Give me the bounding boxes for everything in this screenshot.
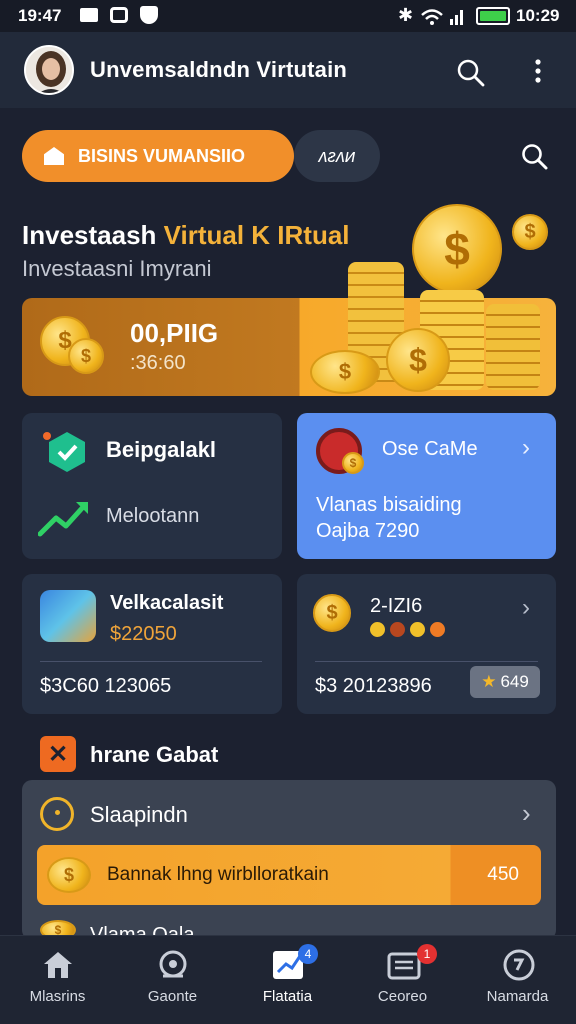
divider	[315, 661, 538, 662]
nav-item-stats[interactable]: 4 Flatatia	[230, 936, 345, 1024]
status-time-right: 10:29	[516, 6, 560, 25]
chevron-right-icon[interactable]: ›	[522, 798, 531, 829]
card-ose-came-line2: Oajba 7290	[316, 520, 420, 542]
hex-check-icon	[43, 432, 85, 472]
big-coin-icon: $	[412, 204, 502, 294]
notification-icon	[80, 8, 98, 22]
front-coin-icon: $	[386, 328, 450, 392]
chevron-right-icon[interactable]: ›	[522, 434, 530, 462]
rating-value: 649	[500, 672, 529, 691]
shield-icon	[140, 6, 158, 24]
card-beipgalakl-title: Beipgalakl	[106, 437, 217, 462]
nav-item-search[interactable]: Gaonte	[115, 936, 230, 1024]
section-icon: ✕	[40, 736, 76, 772]
hero-title-white: Investaash	[22, 220, 157, 250]
secondary-chip-label: ᴧᴤᴧᴎ	[318, 145, 356, 166]
nav-item-inbox[interactable]: 1 Ceoreo	[345, 936, 460, 1024]
status-bar: 19:47 ✱ 10:29	[0, 0, 576, 32]
app-title: Unvemsaldndn Virtutain	[90, 57, 348, 82]
primary-chip-label: BISINS VUMANSIIO	[78, 145, 246, 166]
promo-banner[interactable]: $ Bannak lhng wirblloratkain 450	[37, 845, 541, 905]
promo-value: 450	[487, 864, 519, 885]
card-velkacalasit-footer: $3C60 123065	[40, 675, 172, 697]
card-ose-came-title: Ose CaMe	[382, 438, 478, 460]
nav-badge: 4	[298, 944, 318, 964]
rating-badge: ★ 649	[470, 666, 540, 698]
section-item-title: Slaapindn	[90, 802, 188, 827]
card-2izi6-footer: $3 20123896	[315, 675, 432, 697]
color-dots	[370, 622, 460, 638]
nav-label: Mlasrins	[29, 988, 86, 1005]
card-2izi6-title: 2-IZI6	[370, 595, 423, 617]
home-icon	[44, 952, 72, 978]
signal-icon	[421, 9, 463, 25]
profile-icon	[503, 949, 535, 981]
nav-badge: 1	[417, 944, 437, 964]
promo-text: Bannak lhng wirblloratkain	[107, 864, 329, 885]
nav-label: Ceoreo	[377, 988, 428, 1005]
card-beipgalakl-subtitle: Melootann	[106, 505, 200, 527]
nav-label: Flatatia	[262, 988, 313, 1005]
store-icon	[44, 147, 64, 165]
trend-up-icon	[38, 502, 88, 537]
hero-subtitle: Investaasni Imyrani	[22, 256, 212, 281]
divider	[40, 661, 262, 662]
primary-chip[interactable]: BISINS VUMANSIIO	[22, 130, 294, 182]
chip-coin-icon: $	[342, 452, 364, 474]
small-coin-icon: $	[512, 214, 548, 250]
nav-item-home[interactable]: Mlasrins	[0, 936, 115, 1024]
nav-label: Namarda	[486, 988, 549, 1005]
avatar[interactable]	[24, 45, 74, 95]
camera-icon	[110, 7, 128, 23]
app-thumbnail-icon	[40, 590, 96, 642]
flat-coin-icon: $	[310, 350, 380, 394]
balance-sub: :36:60	[130, 352, 186, 374]
chevron-right-icon[interactable]: ›	[522, 594, 530, 622]
clock-icon	[40, 797, 74, 831]
section-item2-title: Vlama Oala	[90, 924, 195, 935]
section-title: hrane Gabat	[90, 742, 219, 767]
bottom-nav: Mlasrins Gaonte 4 Flatatia 1 Ceoreo Nama…	[0, 935, 576, 1024]
card-ose-came-line1: Vlanas bisaiding	[316, 494, 462, 516]
search-icon	[159, 950, 187, 978]
search-icon[interactable]	[456, 58, 486, 88]
card-velkacalasit-price: $22050	[110, 623, 177, 645]
filter-search-icon[interactable]	[520, 142, 550, 172]
secondary-chip[interactable]: ᴧᴤᴧᴎ	[294, 130, 380, 182]
balance-amount: 00,PIIG	[130, 318, 219, 348]
card-velkacalasit-title: Velkacalasit	[110, 592, 224, 614]
bluetooth-icon: ✱	[398, 5, 414, 25]
nav-label: Gaonte	[147, 988, 198, 1005]
gold-coin-icon: $	[313, 594, 351, 632]
nav-item-profile[interactable]: Namarda	[460, 936, 575, 1024]
battery-icon	[476, 7, 510, 25]
coin-pile-icon: $	[47, 857, 91, 893]
coin-icon: $	[68, 338, 104, 374]
more-vert-icon[interactable]	[530, 58, 546, 84]
star-icon: ★	[481, 672, 497, 691]
inbox-icon	[387, 952, 421, 980]
status-time-left: 19:47	[18, 6, 62, 25]
coins-illustration: $ $ $ $	[300, 200, 560, 400]
